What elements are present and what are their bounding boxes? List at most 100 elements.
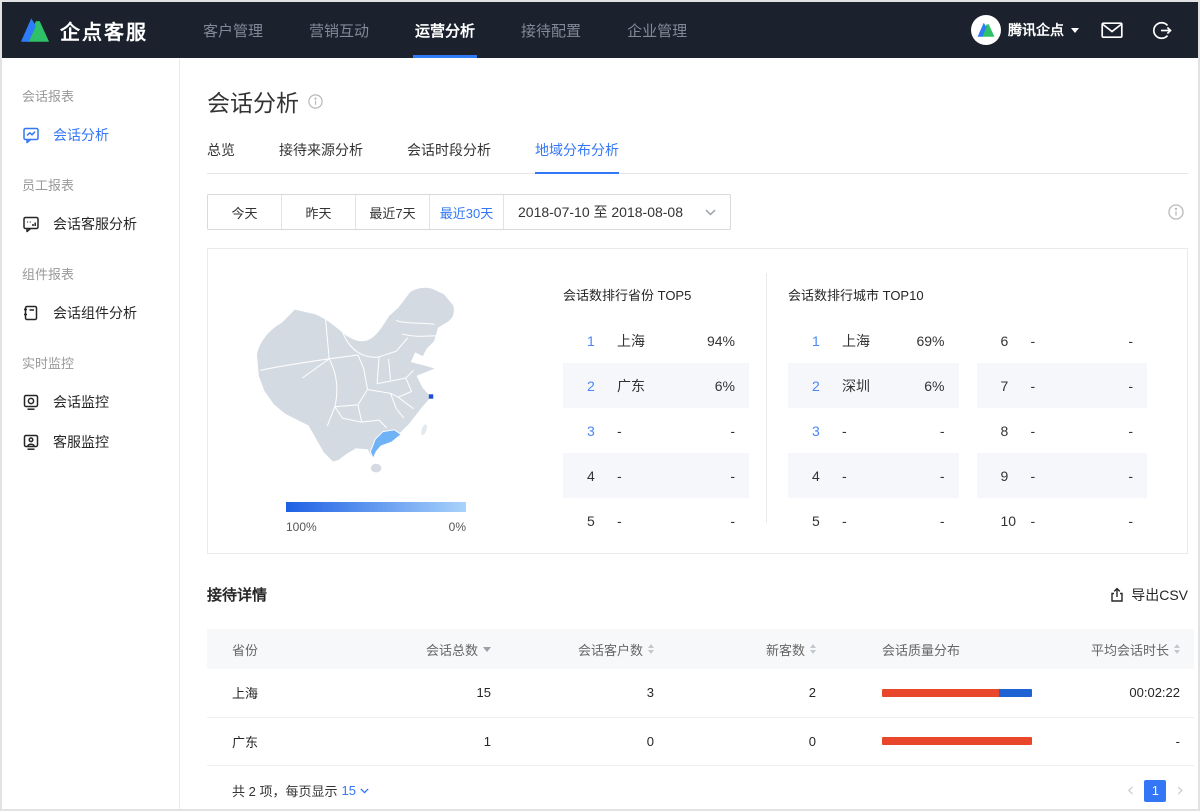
nav-item-1[interactable]: 客户管理	[186, 2, 280, 58]
info-icon[interactable]	[1168, 204, 1184, 220]
logout-icon[interactable]	[1145, 16, 1178, 45]
rank-name: 上海	[617, 331, 645, 351]
chevron-down-icon	[1071, 28, 1079, 33]
detail-head: 接待详情 导出CSV	[207, 584, 1188, 605]
rank-row: 1 上海 94%	[563, 318, 749, 363]
rank-value: -	[940, 468, 945, 484]
rank-row: 6--	[977, 318, 1148, 363]
next-page-button[interactable]: ›	[1176, 781, 1184, 800]
export-csv-button[interactable]: 导出CSV	[1109, 585, 1188, 605]
account-menu[interactable]: 腾讯企点	[971, 15, 1079, 45]
sidebar-section: 实时监控会话监控客服监控	[22, 353, 179, 452]
prev-page-button[interactable]: ‹	[1127, 781, 1135, 800]
detail-table: 省份会话总数会话客户数新客数会话质量分布平均会话时长 上海153200:02:2…	[207, 629, 1194, 766]
page-number-button[interactable]: 1	[1144, 780, 1166, 802]
column-header-2[interactable]: 会话总数	[367, 629, 499, 669]
quick-filter-1[interactable]: 今天	[208, 195, 282, 229]
rank-value: -	[1128, 468, 1133, 484]
sidebar-item-session-monitor[interactable]: 会话监控	[22, 392, 179, 412]
city-top10-panel: 会话数排行城市 TOP10 1上海69%2深圳6%3--4--5-- 6--7-…	[788, 249, 1147, 553]
rank-name: -	[617, 423, 622, 439]
rank-number: 3	[587, 423, 605, 439]
sort-desc-icon	[483, 647, 491, 652]
china-map[interactable]	[234, 263, 524, 493]
column-header-label: 会话质量分布	[882, 640, 960, 659]
legend-gradient-bar	[286, 502, 466, 512]
column-header-label: 省份	[232, 640, 258, 659]
rank-row: 9--	[977, 453, 1148, 498]
sidebar-item-agent-analysis[interactable]: 会话客服分析	[22, 214, 179, 234]
map-province-shanghai	[429, 394, 433, 398]
rank-number: 10	[1001, 513, 1019, 529]
rank-row: 10--	[977, 498, 1148, 543]
sidebar-section: 会话报表会话分析	[22, 86, 179, 145]
vertical-divider	[766, 273, 767, 523]
rank-number: 2	[812, 378, 830, 394]
cell-new-customers: 0	[662, 717, 824, 765]
rank-name: -	[842, 468, 847, 484]
sidebar-item-component-analysis[interactable]: 会话组件分析	[22, 303, 179, 323]
page-title: 会话分析	[207, 84, 299, 118]
rank-number: 1	[587, 333, 605, 349]
date-range-select[interactable]: 2018-07-10 至 2018-08-08	[504, 195, 730, 229]
rank-name: -	[1031, 513, 1036, 529]
column-header-6[interactable]: 平均会话时长	[1039, 629, 1194, 669]
cell-customers: 3	[499, 669, 662, 717]
map-legend: 100% 0%	[286, 502, 466, 534]
nav-item-5[interactable]: 企业管理	[610, 2, 704, 58]
column-header-4[interactable]: 新客数	[662, 629, 824, 669]
rank-name: -	[1031, 423, 1036, 439]
person-monitor-icon	[22, 433, 40, 451]
column-label: 平均会话时长	[1091, 640, 1169, 659]
rank-value: -	[730, 468, 735, 484]
column-header-label: 会话客户数	[578, 640, 654, 659]
rank-row: 1上海69%	[788, 318, 959, 363]
column-header-3[interactable]: 会话客户数	[499, 629, 662, 669]
detail-title: 接待详情	[207, 584, 267, 605]
nav-item-3[interactable]: 运营分析	[398, 2, 492, 58]
city-top10-right-column: 6--7--8--9--10--	[977, 318, 1148, 543]
rank-value: 94%	[707, 333, 735, 349]
rank-name: -	[842, 513, 847, 529]
sidebar-item-session-analysis[interactable]: 会话分析	[22, 125, 179, 145]
sort-down-icon	[648, 650, 654, 654]
chevron-down-icon	[705, 209, 716, 216]
sidebar-section-title: 实时监控	[22, 353, 179, 372]
quick-filter-2[interactable]: 昨天	[282, 195, 356, 229]
tab-4[interactable]: 地域分布分析	[535, 140, 619, 173]
nav-item-2[interactable]: 营销互动	[292, 2, 386, 58]
rank-row: 8--	[977, 408, 1148, 453]
table-header-row: 省份 会话总数 会话客户数 新客数 会话质量分布 平均会话时长	[207, 629, 1194, 669]
sidebar-item-agent-monitor[interactable]: 客服监控	[22, 432, 179, 452]
app-window: 企点客服 客户管理营销互动运营分析接待配置企业管理 腾讯企点	[0, 0, 1200, 811]
sidebar-item-label: 会话分析	[53, 125, 109, 145]
info-icon[interactable]	[308, 94, 323, 109]
nav-item-4[interactable]: 接待配置	[504, 2, 598, 58]
quality-blue-segment	[999, 689, 1032, 697]
rank-value: 6%	[924, 378, 944, 394]
rank-row: 3--	[788, 408, 959, 453]
chat-chart-icon	[22, 126, 40, 144]
quick-filter-3[interactable]: 最近7天	[356, 195, 430, 229]
component-icon	[22, 304, 40, 322]
quick-filter-4[interactable]: 最近30天	[430, 195, 504, 229]
column-label: 省份	[232, 640, 258, 659]
agent-report-icon	[22, 215, 40, 233]
sidebar-item-label: 会话组件分析	[53, 303, 137, 323]
rank-name: -	[1031, 468, 1036, 484]
column-label: 新客数	[766, 640, 805, 659]
per-page-select[interactable]: 15	[341, 783, 368, 798]
rank-value: -	[1128, 423, 1133, 439]
brand: 企点客服	[20, 16, 178, 45]
cell-avg-duration: -	[1039, 717, 1194, 765]
province-top5-rows: 1上海94%2广东6%3--4--5--	[563, 318, 749, 543]
cell-total: 1	[367, 717, 499, 765]
quality-bar	[882, 689, 1032, 697]
tab-2[interactable]: 接待来源分析	[279, 140, 363, 173]
rank-row: 5--	[563, 498, 749, 543]
mail-icon[interactable]	[1095, 18, 1129, 43]
rank-number: 1	[812, 333, 830, 349]
tab-3[interactable]: 会话时段分析	[407, 140, 491, 173]
rank-row: 4--	[563, 453, 749, 498]
tab-1[interactable]: 总览	[207, 140, 235, 173]
